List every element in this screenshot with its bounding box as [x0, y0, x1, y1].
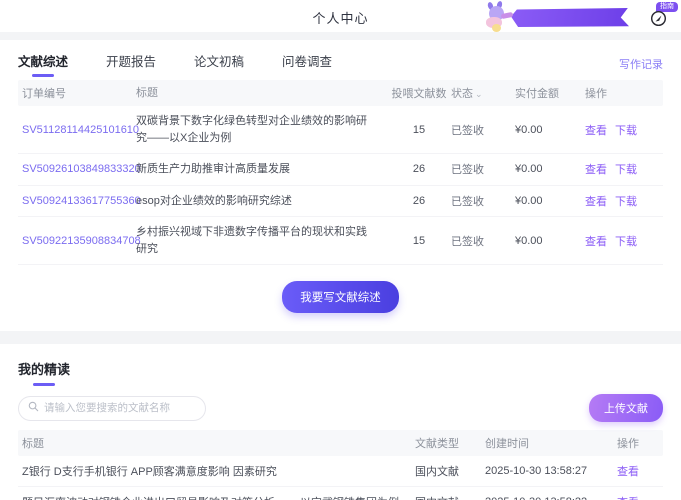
tab-literature-review[interactable]: 文献综述 — [18, 51, 68, 77]
view-link[interactable]: 查看 — [585, 236, 607, 248]
my-reading-panel: 我的精读 上传文献 标题 文献类型 创建时间 操作 Z银行 D支行手机银行 AP… — [0, 344, 681, 500]
top-header: 个人中心 指南 — [0, 0, 681, 32]
view-link[interactable]: 查看 — [585, 125, 607, 137]
order-number[interactable]: SV51128114425101610 — [18, 124, 139, 136]
download-link[interactable]: 下载 — [615, 196, 637, 208]
search-box[interactable] — [18, 395, 206, 421]
mascot-foot — [492, 24, 501, 32]
col-status[interactable]: 状态 ⌄ — [451, 85, 515, 101]
view-link[interactable]: 查看 — [585, 164, 607, 176]
col-order-no: 订单编号 — [22, 88, 66, 100]
order-amount: ¥0.00 — [515, 163, 543, 176]
writing-records-link[interactable]: 写作记录 — [619, 56, 663, 72]
order-title: 双碳背景下数字化绿色转型对企业绩效的影响研究——以X企业为例 — [136, 115, 367, 144]
section-title: 我的精读 — [18, 344, 70, 386]
col-status-label: 状态 — [451, 88, 473, 100]
order-row: SV50922135908834708 乡村振兴视域下非遗数字传播平台的现状和实… — [18, 217, 663, 265]
reading-table-header: 标题 文献类型 创建时间 操作 — [18, 430, 663, 456]
order-row: SV51128114425101610 双碳背景下数字化绿色转型对企业绩效的影响… — [18, 106, 663, 154]
col-actions: 操作 — [617, 438, 639, 450]
order-number[interactable]: SV50922135908834708 — [18, 235, 141, 247]
order-doc-count: 26 — [412, 194, 426, 207]
order-title: esop对企业绩效的影响研究综述 — [136, 194, 292, 207]
order-doc-count: 15 — [412, 234, 426, 247]
col-actions: 操作 — [585, 88, 607, 100]
order-doc-count: 26 — [412, 163, 426, 176]
col-doc-count: 投喂文献数 — [391, 88, 447, 100]
order-number[interactable]: SV50926103849833320 — [18, 163, 141, 175]
reading-row: Z银行 D支行手机银行 APP顾客满意度影响 因素研究 国内文献 2025-10… — [18, 456, 663, 487]
order-status: 已签收 — [451, 235, 484, 248]
search-input[interactable] — [44, 402, 196, 414]
tabs-row: 文献综述 开题报告 论文初稿 问卷调查 写作记录 — [18, 40, 663, 72]
literature-review-panel: 文献综述 开题报告 论文初稿 问卷调查 写作记录 订单编号 标题 投喂文献数 状… — [0, 40, 681, 331]
order-status: 已签收 — [451, 195, 484, 208]
col-title: 标题 — [22, 438, 44, 450]
order-amount: ¥0.00 — [515, 194, 543, 207]
reading-toolbar: 上传文献 — [18, 394, 663, 422]
doc-title: Z银行 D支行手机银行 APP顾客满意度影响 因素研究 — [22, 466, 277, 478]
order-row: SV50924133617755360 esop对企业绩效的影响研究综述 26 … — [18, 186, 663, 217]
tab-paper-draft[interactable]: 论文初稿 — [194, 51, 244, 77]
order-amount: ¥0.00 — [515, 123, 543, 136]
doc-type: 国内文献 — [415, 494, 485, 500]
mascot-arm — [500, 11, 514, 20]
orders-table-header: 订单编号 标题 投喂文献数 状态 ⌄ 实付金额 操作 — [18, 80, 663, 106]
write-literature-review-button[interactable]: 我要写文献综述 — [282, 281, 399, 313]
view-link[interactable]: 查看 — [617, 466, 639, 478]
search-icon — [28, 399, 39, 417]
order-number[interactable]: SV50924133617755360 — [18, 195, 141, 207]
order-row: SV50926103849833320 新质生产力助推审计高质量发展 26 已签… — [18, 154, 663, 186]
doc-title: 题目汇率波动对钢铁企业进出口贸易影响及对策分析 ——以宝武钢铁集团为例 — [18, 494, 415, 500]
chevron-down-icon[interactable]: ⌄ — [475, 89, 483, 99]
doc-created-time: 2025-10-30 13:58:22 — [485, 496, 617, 500]
tab-questionnaire[interactable]: 问卷调查 — [282, 51, 332, 77]
purple-ribbon-banner — [511, 8, 629, 27]
download-link[interactable]: 下载 — [615, 164, 637, 176]
mascot-banner-graphic — [483, 0, 633, 32]
order-status: 已签收 — [451, 124, 484, 137]
doc-type: 国内文献 — [415, 466, 459, 478]
col-title: 标题 — [136, 86, 158, 99]
order-doc-count: 15 — [412, 123, 426, 136]
download-link[interactable]: 下载 — [615, 125, 637, 137]
col-created: 创建时间 — [485, 438, 529, 450]
doc-created-time: 2025-10-30 13:58:27 — [485, 465, 588, 477]
view-link[interactable]: 查看 — [585, 196, 607, 208]
compass-navigation-icon[interactable] — [650, 10, 667, 27]
col-amount: 实付金额 — [515, 88, 559, 100]
order-status: 已签收 — [451, 164, 484, 177]
col-type: 文献类型 — [415, 438, 459, 450]
order-amount: ¥0.00 — [515, 234, 543, 247]
order-title: 乡村振兴视域下非遗数字传播平台的现状和实践研究 — [136, 226, 367, 255]
reading-row: 题目汇率波动对钢铁企业进出口贸易影响及对策分析 ——以宝武钢铁集团为例 国内文献… — [18, 487, 663, 500]
upload-literature-button[interactable]: 上传文献 — [589, 394, 663, 422]
order-title: 新质生产力助推审计高质量发展 — [136, 163, 290, 175]
download-link[interactable]: 下载 — [615, 236, 637, 248]
tab-proposal-report[interactable]: 开题报告 — [106, 51, 156, 77]
